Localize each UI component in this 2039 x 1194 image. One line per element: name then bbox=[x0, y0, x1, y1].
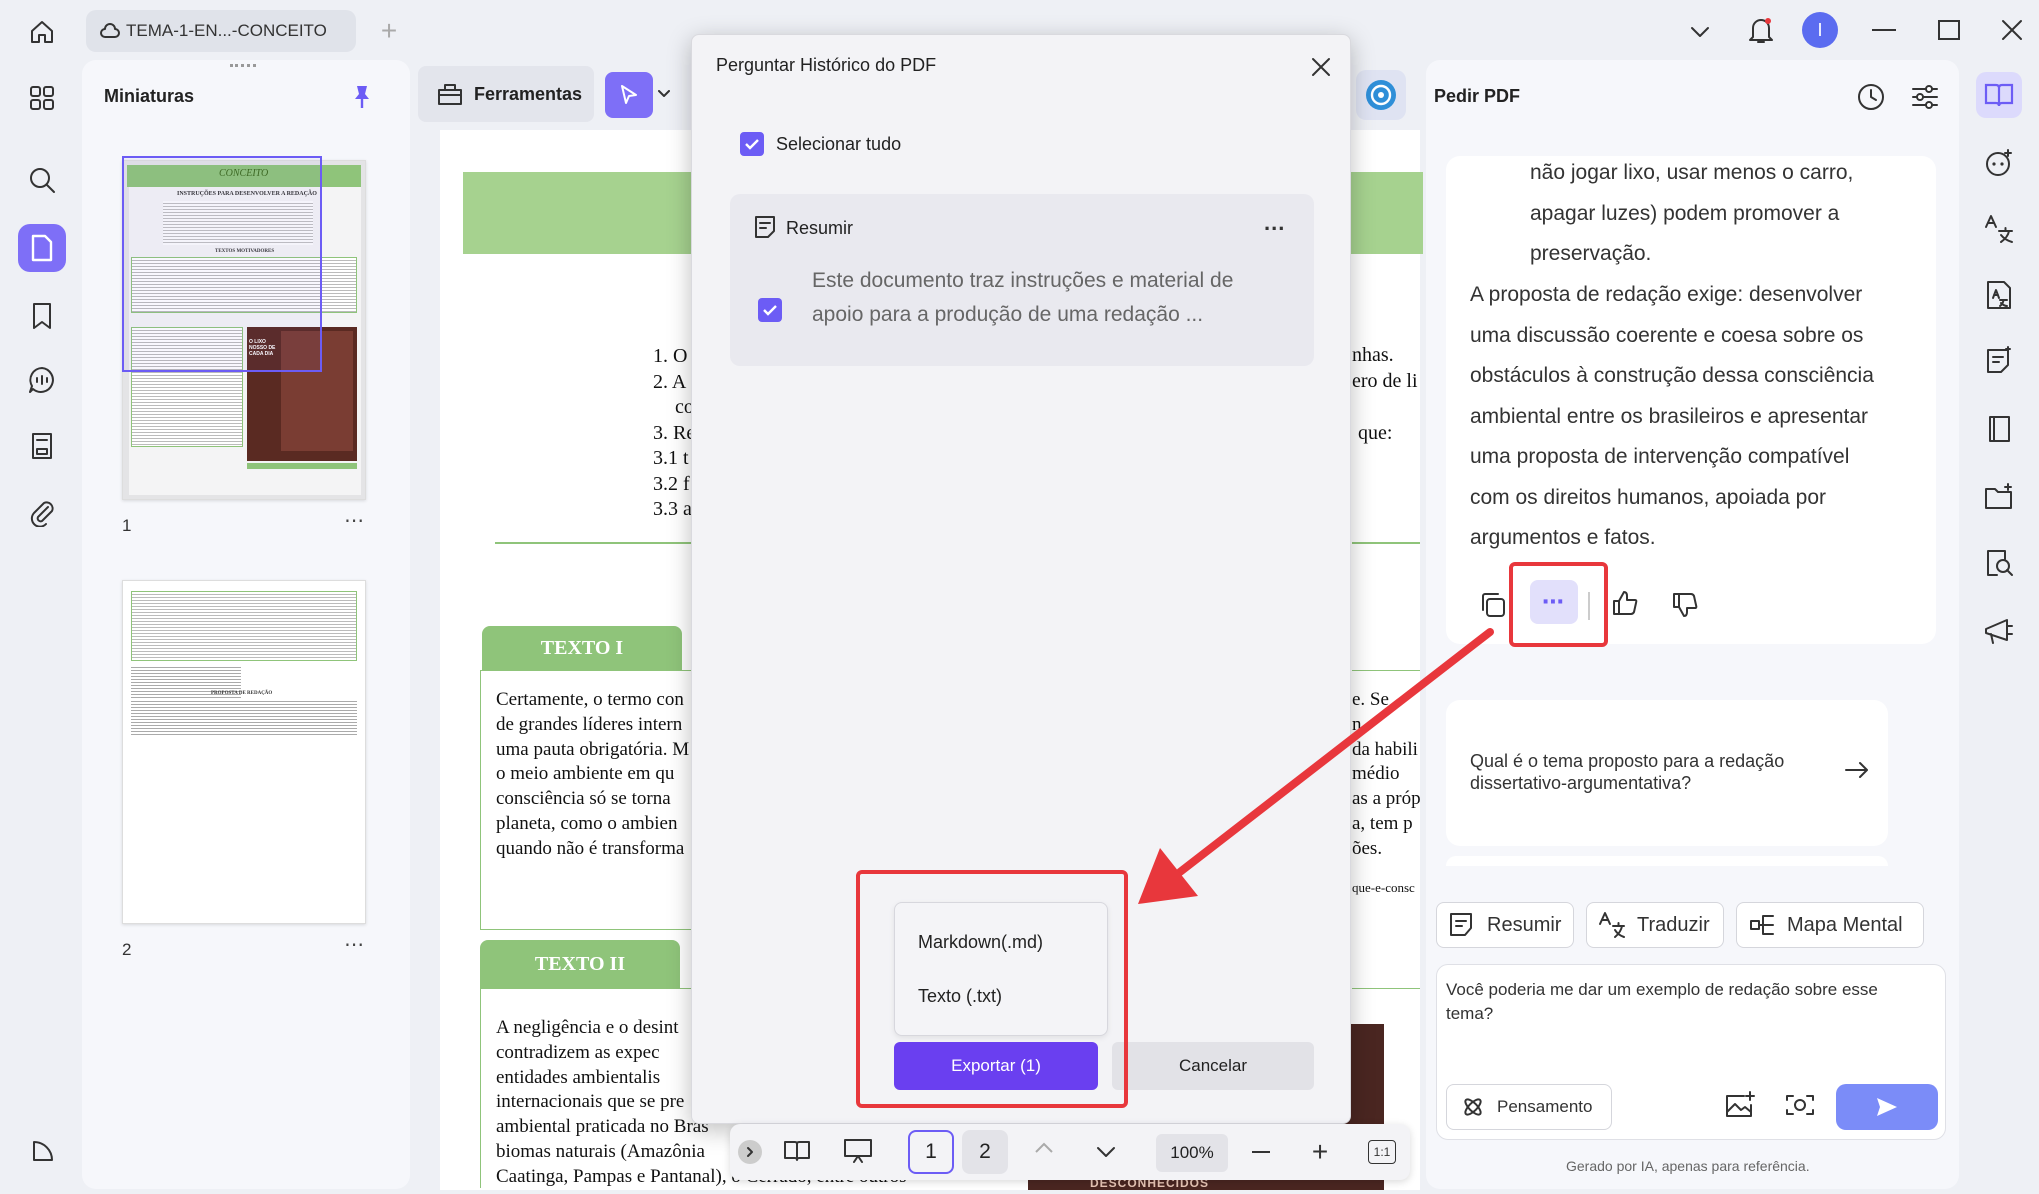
annotation-arrow bbox=[1138, 628, 1494, 904]
